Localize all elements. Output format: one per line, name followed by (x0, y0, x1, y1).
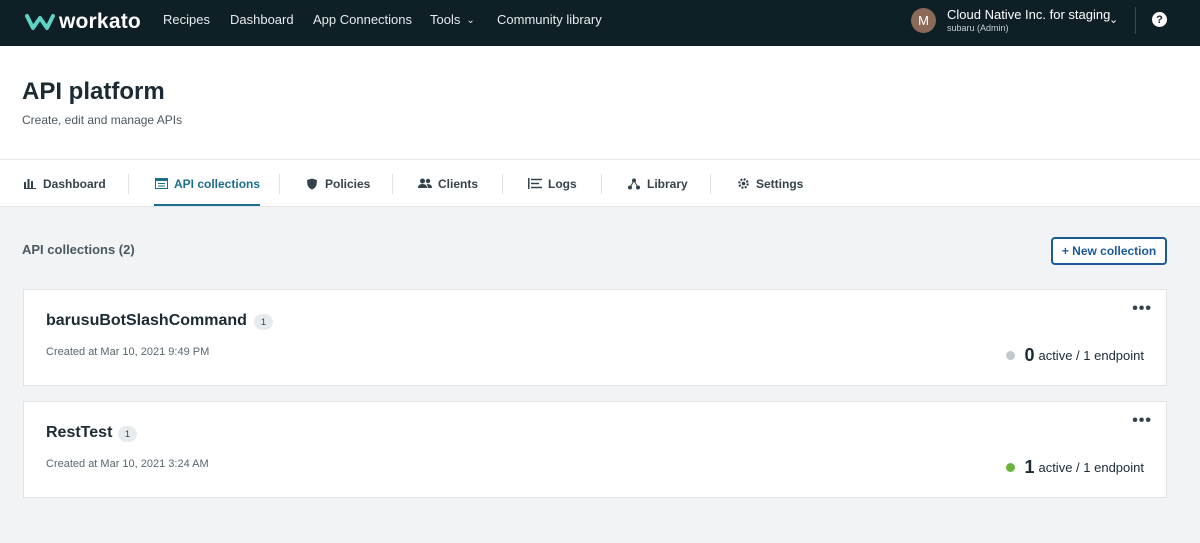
account-switcher[interactable]: M Cloud Native Inc. for staging subaru (… (911, 8, 1118, 33)
page-header: API platform Create, edit and manage API… (0, 46, 1200, 160)
tab-api-collections[interactable]: API collections (154, 160, 261, 207)
collection-status: 0 active / 1 endpoint (1006, 345, 1144, 366)
chevron-down-icon: ⌄ (1109, 14, 1119, 26)
tab-settings[interactable]: Settings (736, 160, 803, 207)
active-count: 0 (1024, 345, 1035, 365)
tab-logs-label: Logs (548, 176, 577, 191)
tab-clients[interactable]: Clients (418, 160, 478, 207)
tab-separator (601, 174, 602, 194)
more-options-icon[interactable]: ••• (1132, 412, 1152, 430)
tab-library-label: Library (647, 176, 688, 191)
active-count: 1 (1024, 457, 1035, 477)
tab-policies[interactable]: Policies (305, 160, 370, 207)
collection-name[interactable]: RestTest (46, 424, 112, 442)
help-icon[interactable]: ? (1152, 12, 1167, 27)
workato-logo[interactable]: workato (25, 10, 141, 34)
endpoint-count-badge: 1 (118, 426, 137, 442)
collection-name[interactable]: barusuBotSlashCommand (46, 312, 247, 330)
page-title: API platform (22, 78, 165, 105)
list-icon (528, 177, 542, 191)
tab-api-collections-label: API collections (174, 176, 261, 191)
tab-separator (279, 174, 280, 194)
collection-status: 1 active / 1 endpoint (1006, 457, 1144, 478)
status-dot (1006, 463, 1016, 472)
nav-divider (1135, 7, 1136, 34)
nav-tools[interactable]: Tools ⌄ (430, 12, 475, 27)
collection-card[interactable]: RestTest 1 Created at Mar 10, 2021 3:24 … (23, 401, 1167, 498)
new-collection-button[interactable]: + New collection (1051, 237, 1167, 265)
page-subtitle: Create, edit and manage APIs (22, 113, 183, 127)
active-suffix: active / 1 endpoint (1038, 460, 1144, 475)
active-suffix: active / 1 endpoint (1038, 348, 1144, 363)
nav-dashboard[interactable]: Dashboard (230, 12, 294, 27)
tab-separator (392, 174, 393, 194)
nav-community-library[interactable]: Community library (497, 12, 602, 27)
workato-logo-icon (25, 14, 55, 30)
tab-policies-label: Policies (325, 176, 371, 191)
account-text: Cloud Native Inc. for staging subaru (Ad… (947, 8, 1110, 33)
chevron-down-icon: ⌄ (466, 15, 475, 26)
tab-separator (502, 174, 503, 194)
more-options-icon[interactable]: ••• (1132, 300, 1152, 318)
top-nav: workato Recipes Dashboard App Connection… (0, 0, 1200, 46)
tab-library[interactable]: Library (627, 160, 688, 207)
avatar: M (911, 8, 936, 33)
users-icon (418, 177, 432, 191)
nav-app-connections[interactable]: App Connections (313, 12, 412, 27)
tab-separator (710, 174, 711, 194)
collection-card[interactable]: barusuBotSlashCommand 1 Created at Mar 1… (23, 289, 1167, 386)
tab-dashboard[interactable]: Dashboard (23, 160, 106, 207)
shield-icon (305, 177, 319, 191)
nav-recipes[interactable]: Recipes (163, 12, 210, 27)
gear-icon (736, 177, 750, 191)
collection-created-at: Created at Mar 10, 2021 9:49 PM (46, 346, 210, 358)
tab-clients-label: Clients (438, 176, 479, 191)
status-dot (1006, 351, 1016, 360)
library-icon (627, 177, 641, 191)
account-name: Cloud Native Inc. for staging (947, 7, 1111, 22)
bar-chart-icon (23, 177, 37, 191)
tab-logs[interactable]: Logs (528, 160, 577, 207)
logo-text: workato (59, 10, 141, 33)
tab-separator (128, 174, 129, 194)
account-role: subaru (Admin) (947, 23, 1009, 33)
nav-tools-label: Tools (430, 12, 461, 27)
collection-icon (154, 177, 168, 191)
tab-settings-label: Settings (756, 176, 804, 191)
tab-bar: Dashboard API collections Policies Clien… (0, 160, 1200, 207)
tab-dashboard-label: Dashboard (43, 176, 106, 191)
endpoint-count-badge: 1 (254, 314, 273, 330)
section-title: API collections (2) (22, 242, 135, 257)
collection-created-at: Created at Mar 10, 2021 3:24 AM (46, 458, 209, 470)
